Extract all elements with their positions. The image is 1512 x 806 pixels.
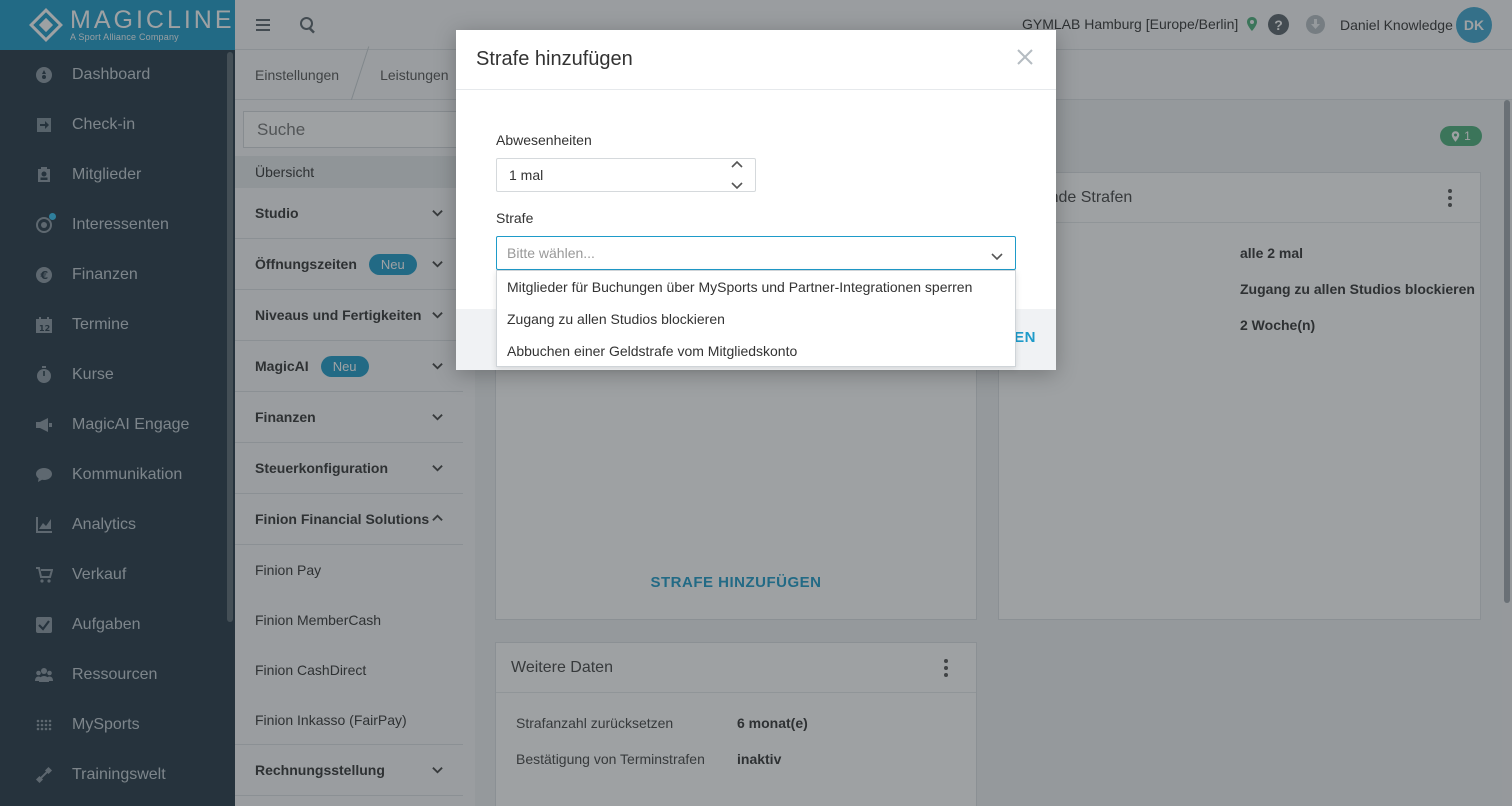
- penalty-option-block-bookings[interactable]: Mitglieder für Buchungen über MySports u…: [497, 271, 1015, 303]
- add-penalty-modal: Strafe hinzufügen Abwesenheiten 1 mal St…: [456, 30, 1056, 370]
- absences-label: Abwesenheiten: [496, 132, 592, 148]
- penalty-option-block-studios[interactable]: Zugang zu allen Studios blockieren: [497, 303, 1015, 335]
- close-icon[interactable]: [1014, 46, 1036, 68]
- chevron-up-icon[interactable]: [731, 160, 743, 170]
- penalty-select[interactable]: Bitte wählen...: [496, 236, 1016, 270]
- modal-save-button[interactable]: EN: [1014, 329, 1036, 346]
- absences-value: 1 mal: [509, 167, 544, 183]
- penalty-label: Strafe: [496, 210, 534, 226]
- penalty-placeholder: Bitte wählen...: [507, 245, 595, 261]
- penalty-option-fine[interactable]: Abbuchen einer Geldstrafe vom Mitgliedsk…: [497, 335, 1015, 367]
- chevron-down-icon: [991, 248, 1003, 264]
- penalty-dropdown: Mitglieder für Buchungen über MySports u…: [496, 270, 1016, 367]
- absences-stepper[interactable]: 1 mal: [496, 158, 756, 192]
- modal-title: Strafe hinzufügen: [476, 48, 633, 70]
- chevron-down-icon[interactable]: [731, 180, 743, 190]
